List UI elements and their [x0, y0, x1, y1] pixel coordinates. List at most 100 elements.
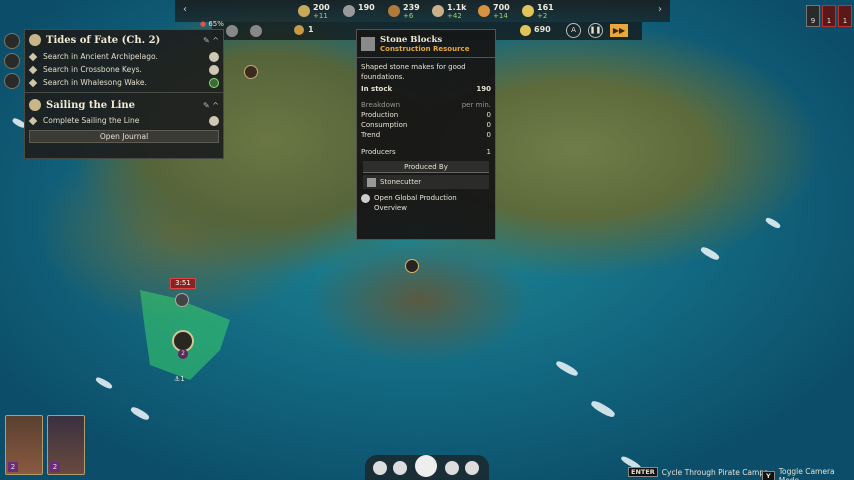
stone-blocks-icon [361, 37, 375, 51]
game-viewport[interactable]: { "resources": [ {"name": "food", "value… [0, 0, 854, 480]
resource-value: 239 [403, 3, 420, 12]
bullet-icon [28, 52, 38, 61]
build-icon[interactable] [373, 461, 387, 475]
stonecutter-icon [367, 177, 376, 187]
resource-value: 200 [313, 3, 330, 12]
producer-item[interactable]: Stonecutter [363, 175, 489, 189]
surf [129, 405, 151, 422]
crew-icon [294, 25, 304, 35]
resource-tooltip: Stone Blocks Construction Resource Shape… [356, 29, 496, 240]
quest-title: Tides of Fate (Ch. 2) [46, 34, 161, 46]
resource-wood[interactable]: 239 +6 [388, 3, 420, 21]
tooltip-title: Stone Blocks [380, 35, 443, 45]
global-overview-link[interactable]: Open Global Production Overview [357, 189, 495, 213]
tools-icon[interactable] [393, 461, 407, 475]
speed-button[interactable]: A [566, 23, 581, 38]
chevron-right-icon[interactable]: › [658, 4, 662, 15]
resource-value: 700 [493, 3, 510, 12]
resource-value: 161 [537, 3, 554, 12]
trend-row: Trend 0 [357, 130, 495, 140]
timer-badge: 3:51 [170, 278, 196, 289]
level-badge: 2 [8, 462, 18, 472]
gold-count: 690 [534, 25, 551, 34]
surf [554, 359, 580, 378]
surf [699, 245, 721, 262]
fast-forward-button[interactable]: ▶▶ [610, 24, 628, 37]
produced-by-header: Produced By [363, 161, 489, 173]
demolish-icon[interactable] [445, 461, 459, 475]
quest-objective[interactable]: Search in Crossbone Keys. [25, 63, 223, 76]
resource-bar: ‹ › [175, 0, 670, 22]
badge-alert[interactable]: 1 [838, 5, 852, 27]
captain-portrait-2[interactable]: 2 [47, 415, 85, 475]
badge-crew[interactable]: 9 [806, 5, 820, 27]
ship-marker[interactable] [405, 259, 419, 273]
progress-percent: 65% [208, 20, 224, 28]
badge-value: 1 [842, 17, 848, 25]
quest-objective[interactable]: Search in Ancient Archipelago. [25, 50, 223, 63]
resource-tools[interactable]: 1.1k +42 [432, 3, 467, 21]
quest-objective[interactable]: Complete Sailing the Line [25, 114, 223, 127]
badge-warning[interactable]: 1 [822, 5, 836, 27]
status-icon [209, 51, 219, 62]
tools-icon [432, 5, 444, 17]
quest-title: Sailing the Line [46, 99, 136, 111]
tooltip-description: Shaped stone makes for good foundations. [361, 63, 466, 81]
resource-food[interactable]: 200 +11 [298, 3, 330, 21]
resource-delta: +6 [403, 12, 414, 20]
bullet-icon [28, 78, 38, 87]
resource-gold[interactable]: 161 +2 [522, 3, 554, 21]
hint-label: Cycle Through Pirate Camps [661, 467, 769, 477]
pin-icon[interactable]: ✎ ^ [203, 36, 219, 45]
tooltip-header: Stone Blocks Construction Resource [357, 30, 495, 53]
shield-icon[interactable] [175, 293, 189, 307]
level-badge: 2 [50, 462, 60, 472]
resource-value: 190 [358, 3, 375, 12]
quest-header-sailing[interactable]: Sailing the Line ✎ ^ [25, 96, 223, 114]
surf [589, 399, 617, 419]
resource-delta: +11 [313, 12, 328, 20]
captain-portrait-1[interactable]: 2 [5, 415, 43, 475]
building-marker[interactable] [244, 65, 258, 79]
mouse-icon [361, 194, 370, 203]
hammer-icon[interactable] [415, 455, 437, 477]
quest-objective[interactable]: Search in Whalesong Wake. [25, 76, 223, 89]
quest-header-tides[interactable]: Tides of Fate (Ch. 2) ✎ ^ [25, 30, 223, 50]
resource-stone[interactable]: 190 [343, 3, 375, 17]
pin-icon[interactable]: ✎ ^ [203, 101, 219, 110]
hint-label: Toggle Camera Mode [778, 467, 835, 480]
crew-count: 1 [308, 25, 314, 34]
consumption-row: Consumption 0 [357, 120, 495, 130]
objective-text: Search in Crossbone Keys. [43, 65, 142, 74]
bullet-icon [28, 65, 38, 74]
production-row: Production 0 [357, 110, 495, 120]
hint-enter: ENTER Cycle Through Pirate Camps [628, 467, 768, 477]
badge-value: 9 [810, 17, 816, 25]
open-journal-button[interactable]: Open Journal [29, 130, 219, 143]
stone-icon [343, 5, 355, 17]
label: per min. [461, 101, 491, 109]
key-y: Y [762, 471, 775, 480]
bullet-icon [28, 116, 38, 125]
divider [25, 92, 223, 93]
sail-icon [29, 99, 41, 111]
gold-icon [522, 5, 534, 17]
status-icon [209, 115, 219, 126]
resource-rum[interactable]: 700 +14 [478, 3, 510, 21]
key-enter: ENTER [628, 467, 658, 477]
label: Production [361, 111, 399, 119]
alert-icon: ● [200, 20, 207, 28]
settings-icon[interactable] [250, 25, 262, 37]
ship-icon[interactable] [4, 53, 20, 69]
pause-button[interactable]: ❚❚ [588, 23, 603, 38]
chevron-left-icon[interactable]: ‹ [183, 4, 187, 15]
breakdown-row: Breakdown per min. [357, 100, 495, 110]
building-icon[interactable] [226, 25, 238, 37]
objective-text: Search in Whalesong Wake. [43, 78, 147, 87]
flag-icon[interactable] [4, 73, 20, 89]
tooltip-subtitle: Construction Resource [380, 45, 470, 53]
map-icon[interactable] [4, 33, 20, 49]
eye-icon[interactable] [465, 461, 479, 475]
hint-y: Y Toggle Camera Mode [762, 467, 854, 480]
